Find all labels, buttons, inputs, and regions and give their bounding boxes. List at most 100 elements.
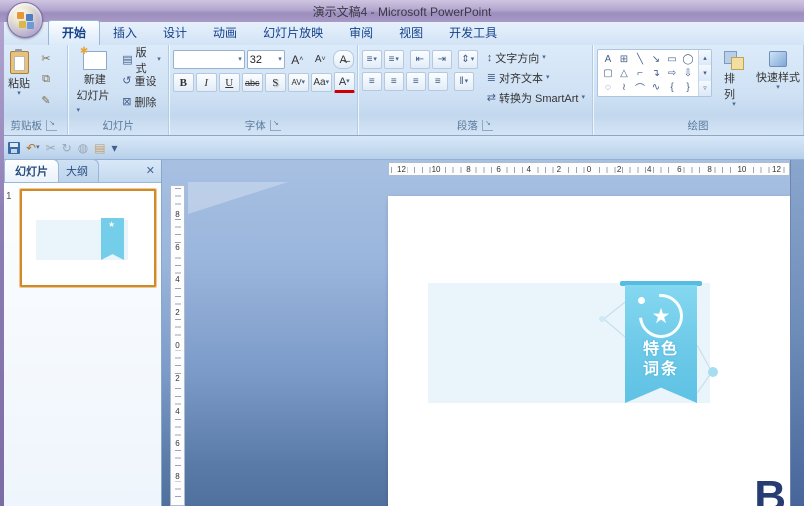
convert-smartart-button[interactable]: ⇄ 转换为 SmartArt ▾ bbox=[484, 89, 588, 106]
font-name-dropdown[interactable]: ▾ bbox=[238, 56, 242, 63]
delete-button[interactable]: ⊠ 删除 bbox=[119, 92, 164, 111]
vertical-ruler[interactable]: 8 6 4 2 0 2 4 6 8 bbox=[170, 185, 185, 506]
featured-entry-badge[interactable]: ★ 特色 词条 bbox=[620, 281, 702, 403]
badge-body: ★ 特色 词条 bbox=[625, 285, 697, 403]
font-dialog-launcher[interactable]: ↘ bbox=[269, 119, 281, 131]
paste-dropdown[interactable]: ▾ bbox=[17, 90, 21, 97]
ruler-number: 6 bbox=[676, 164, 683, 174]
slide-thumbnail[interactable] bbox=[19, 188, 157, 288]
paste-button[interactable]: 粘贴 ▾ bbox=[4, 49, 34, 99]
reset-button[interactable]: ↺ 重设 bbox=[119, 71, 164, 90]
strikethrough-button[interactable]: abc bbox=[241, 73, 263, 92]
tab-review[interactable]: 审阅 bbox=[336, 21, 386, 45]
layout-button[interactable]: ▤ 版式 ▾ bbox=[119, 47, 164, 75]
numbering-button[interactable]: ≡ ▾ bbox=[383, 50, 404, 69]
redo-button[interactable]: ↻ bbox=[62, 141, 72, 155]
shape-icon[interactable]: A bbox=[600, 52, 616, 66]
clipboard-dialog-launcher[interactable]: ↘ bbox=[45, 119, 57, 131]
italic-button[interactable]: I bbox=[195, 73, 217, 92]
shape-icon[interactable]: } bbox=[680, 80, 696, 94]
ruler-number: 4 bbox=[174, 275, 181, 285]
scrollbar-track[interactable] bbox=[790, 160, 804, 506]
badge-text-line2: 词条 bbox=[642, 361, 679, 378]
justify-button[interactable]: ≡ bbox=[427, 72, 448, 91]
slide-canvas[interactable]: ★ 特色 词条 bbox=[388, 196, 790, 506]
shape-icon[interactable]: { bbox=[664, 80, 680, 94]
align-center-button[interactable]: ≡ bbox=[383, 72, 404, 91]
shape-icon[interactable]: ⊞ bbox=[616, 52, 632, 66]
change-case-button[interactable]: Aa ▾ bbox=[310, 73, 332, 92]
text-direction-button[interactable]: ↕ 文字方向 ▾ bbox=[484, 49, 588, 66]
ruler-number: 0 bbox=[174, 340, 181, 350]
print-preview-button[interactable]: ✂ bbox=[46, 141, 56, 155]
shape-icon[interactable]: △ bbox=[616, 66, 632, 80]
tab-slideshow[interactable]: 幻灯片放映 bbox=[250, 21, 336, 45]
shape-icon[interactable]: ⇨ bbox=[664, 66, 680, 80]
tab-developer[interactable]: 开发工具 bbox=[436, 21, 510, 45]
shape-icon[interactable]: ▢ bbox=[600, 66, 616, 80]
shape-icon[interactable]: ⌒ bbox=[632, 80, 648, 95]
qat-customize-button[interactable]: ▾ bbox=[112, 141, 118, 155]
bullets-button[interactable]: ≡ ▾ bbox=[361, 50, 382, 69]
format-painter-button[interactable]: ✎ bbox=[36, 91, 56, 110]
office-button[interactable] bbox=[7, 2, 43, 38]
tab-view[interactable]: 视图 bbox=[386, 21, 436, 45]
tab-design[interactable]: 设计 bbox=[150, 21, 200, 45]
copy-button[interactable]: ⧉ bbox=[36, 70, 56, 89]
clear-formatting-button[interactable]: A̶ bbox=[332, 50, 354, 69]
horizontal-ruler[interactable]: 12 10 8 6 4 2 0 2 4 6 8 10 12 bbox=[388, 162, 790, 176]
font-size-combo[interactable]: 32 ▾ bbox=[246, 50, 285, 69]
ruler-number: 2 bbox=[174, 308, 181, 318]
shape-icon[interactable]: ◌ bbox=[600, 80, 616, 94]
bold-button[interactable]: B bbox=[172, 73, 194, 92]
line-spacing-button[interactable]: ⇕ ▾ bbox=[457, 50, 478, 69]
align-right-button[interactable]: ≡ bbox=[405, 72, 426, 91]
decrease-indent-button[interactable]: ⇤ bbox=[409, 50, 430, 69]
font-color-button[interactable]: A ▾ bbox=[333, 72, 355, 93]
columns-button[interactable]: ‖ ▾ bbox=[453, 72, 474, 91]
undo-button[interactable]: ↶ ▾ bbox=[26, 141, 40, 155]
character-spacing-button[interactable]: AV ▾ bbox=[287, 73, 309, 92]
shape-icon[interactable]: ⇩ bbox=[680, 66, 696, 80]
web-preview-button[interactable]: ◍ bbox=[78, 141, 88, 155]
font-size-dropdown[interactable]: ▾ bbox=[278, 56, 282, 63]
copy-icon: ⧉ bbox=[42, 73, 50, 85]
arrange-button[interactable]: 排列 ▾ bbox=[720, 49, 748, 110]
increase-indent-button[interactable]: ⇥ bbox=[431, 50, 452, 69]
align-text-button[interactable]: ≣ 对齐文本 ▾ bbox=[484, 69, 588, 86]
paragraph-dialog-launcher[interactable]: ↘ bbox=[481, 119, 493, 131]
shapes-scroll-down[interactable]: ▾ bbox=[699, 65, 711, 81]
save-button[interactable] bbox=[8, 141, 20, 154]
shape-icon[interactable]: ◯ bbox=[680, 52, 696, 66]
ruler-number: 8 bbox=[465, 164, 472, 174]
tab-insert[interactable]: 插入 bbox=[100, 21, 150, 45]
pane-tab-outline[interactable]: 大纲 bbox=[55, 159, 99, 182]
shape-icon[interactable]: ↴ bbox=[648, 66, 664, 80]
quick-styles-button[interactable]: 快速样式 ▾ bbox=[752, 49, 804, 93]
underline-button[interactable]: U bbox=[218, 73, 240, 92]
paste-qat-button[interactable]: ▤ bbox=[94, 141, 105, 155]
new-slide-button[interactable]: 新建 幻灯片 ▾ bbox=[72, 46, 117, 117]
font-name-combo[interactable]: ▾ bbox=[172, 50, 245, 69]
cut-button[interactable]: ✂ bbox=[36, 49, 56, 68]
pane-tab-slides[interactable]: 幻灯片 bbox=[4, 159, 59, 182]
text-shadow-button[interactable]: S bbox=[264, 73, 286, 92]
tab-home[interactable]: 开始 bbox=[48, 20, 101, 45]
align-left-icon: ≡ bbox=[368, 76, 375, 87]
shapes-scroll-up[interactable]: ▴ bbox=[699, 50, 711, 66]
group-paragraph: ≡ ▾ ≡ ▾ ⇤ ⇥ ⇕ ▾ ≡ ≡ ≡ ≡ ‖ ▾ ↕ 文字方向 ▾ ≣ 对… bbox=[358, 45, 593, 135]
align-left-button[interactable]: ≡ bbox=[361, 72, 382, 91]
shape-icon[interactable]: ╲ bbox=[632, 52, 648, 66]
shape-icon[interactable]: ⌐ bbox=[632, 66, 648, 80]
tab-animations[interactable]: 动画 bbox=[200, 21, 250, 45]
shrink-font-button[interactable]: A ˅ bbox=[310, 50, 331, 69]
grow-font-button[interactable]: A ˄ bbox=[287, 50, 308, 69]
shape-icon[interactable]: ↘ bbox=[648, 52, 664, 66]
shape-icon[interactable]: ▭ bbox=[664, 52, 680, 66]
pane-close-button[interactable]: ✕ bbox=[146, 164, 155, 177]
shape-icon[interactable]: ∿ bbox=[648, 80, 664, 94]
undo-dropdown[interactable]: ▾ bbox=[36, 144, 40, 151]
shapes-more-button[interactable]: ▿ bbox=[699, 80, 711, 96]
new-slide-dropdown[interactable]: ▾ bbox=[76, 107, 80, 114]
shape-icon[interactable]: ≀ bbox=[616, 80, 632, 94]
